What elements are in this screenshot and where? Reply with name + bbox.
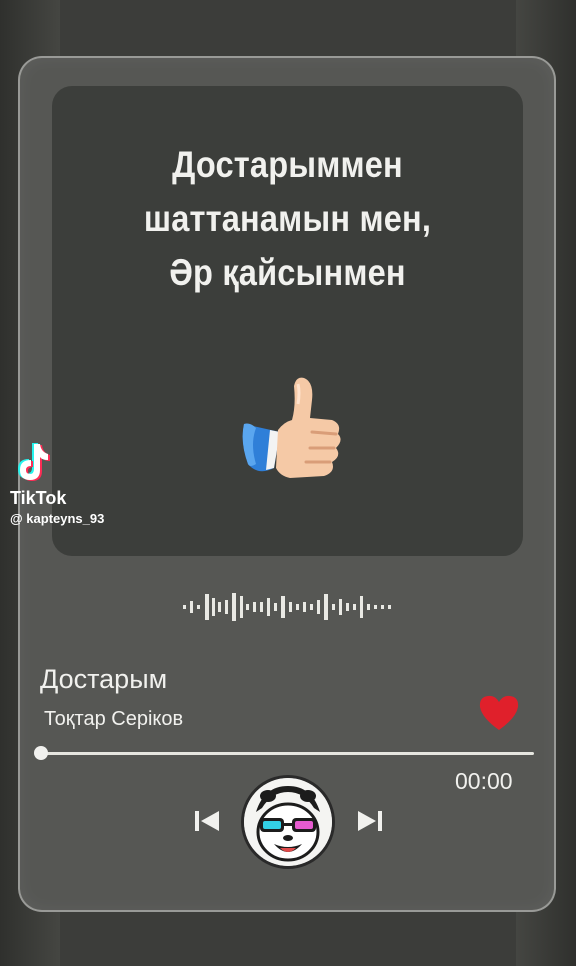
audio-waveform-icon [183, 593, 391, 621]
lyrics-panel: Достарыммен шаттанамын мен, Әр қайсынмен [52, 86, 523, 556]
song-artist: Тоқтар Серіков [44, 708, 184, 730]
heart-icon[interactable] [478, 694, 520, 732]
elapsed-time: 00:00 [455, 768, 513, 794]
lyrics-text: Достарыммен шаттанамын мен, Әр қайсынмен [80, 138, 494, 300]
lyric-line-2: шаттанамын мен, [143, 198, 432, 239]
panda-avatar[interactable] [241, 775, 335, 869]
tiktok-brand: TikTok [10, 488, 67, 508]
lyric-line-3: Әр қайсынмен [169, 252, 406, 293]
skip-next-icon[interactable] [354, 806, 384, 836]
progress-bar[interactable] [40, 752, 534, 755]
tiktok-username: @ kapteyns_93 [10, 511, 105, 526]
lyric-line-1: Достарыммен [172, 144, 403, 185]
thumbs-up-icon [242, 377, 341, 478]
panda-avatar-image [244, 778, 332, 866]
song-title: Достарым [40, 664, 168, 694]
skip-previous-icon[interactable] [193, 806, 223, 836]
progress-knob[interactable] [34, 746, 48, 760]
tiktok-logo-icon [18, 443, 50, 481]
